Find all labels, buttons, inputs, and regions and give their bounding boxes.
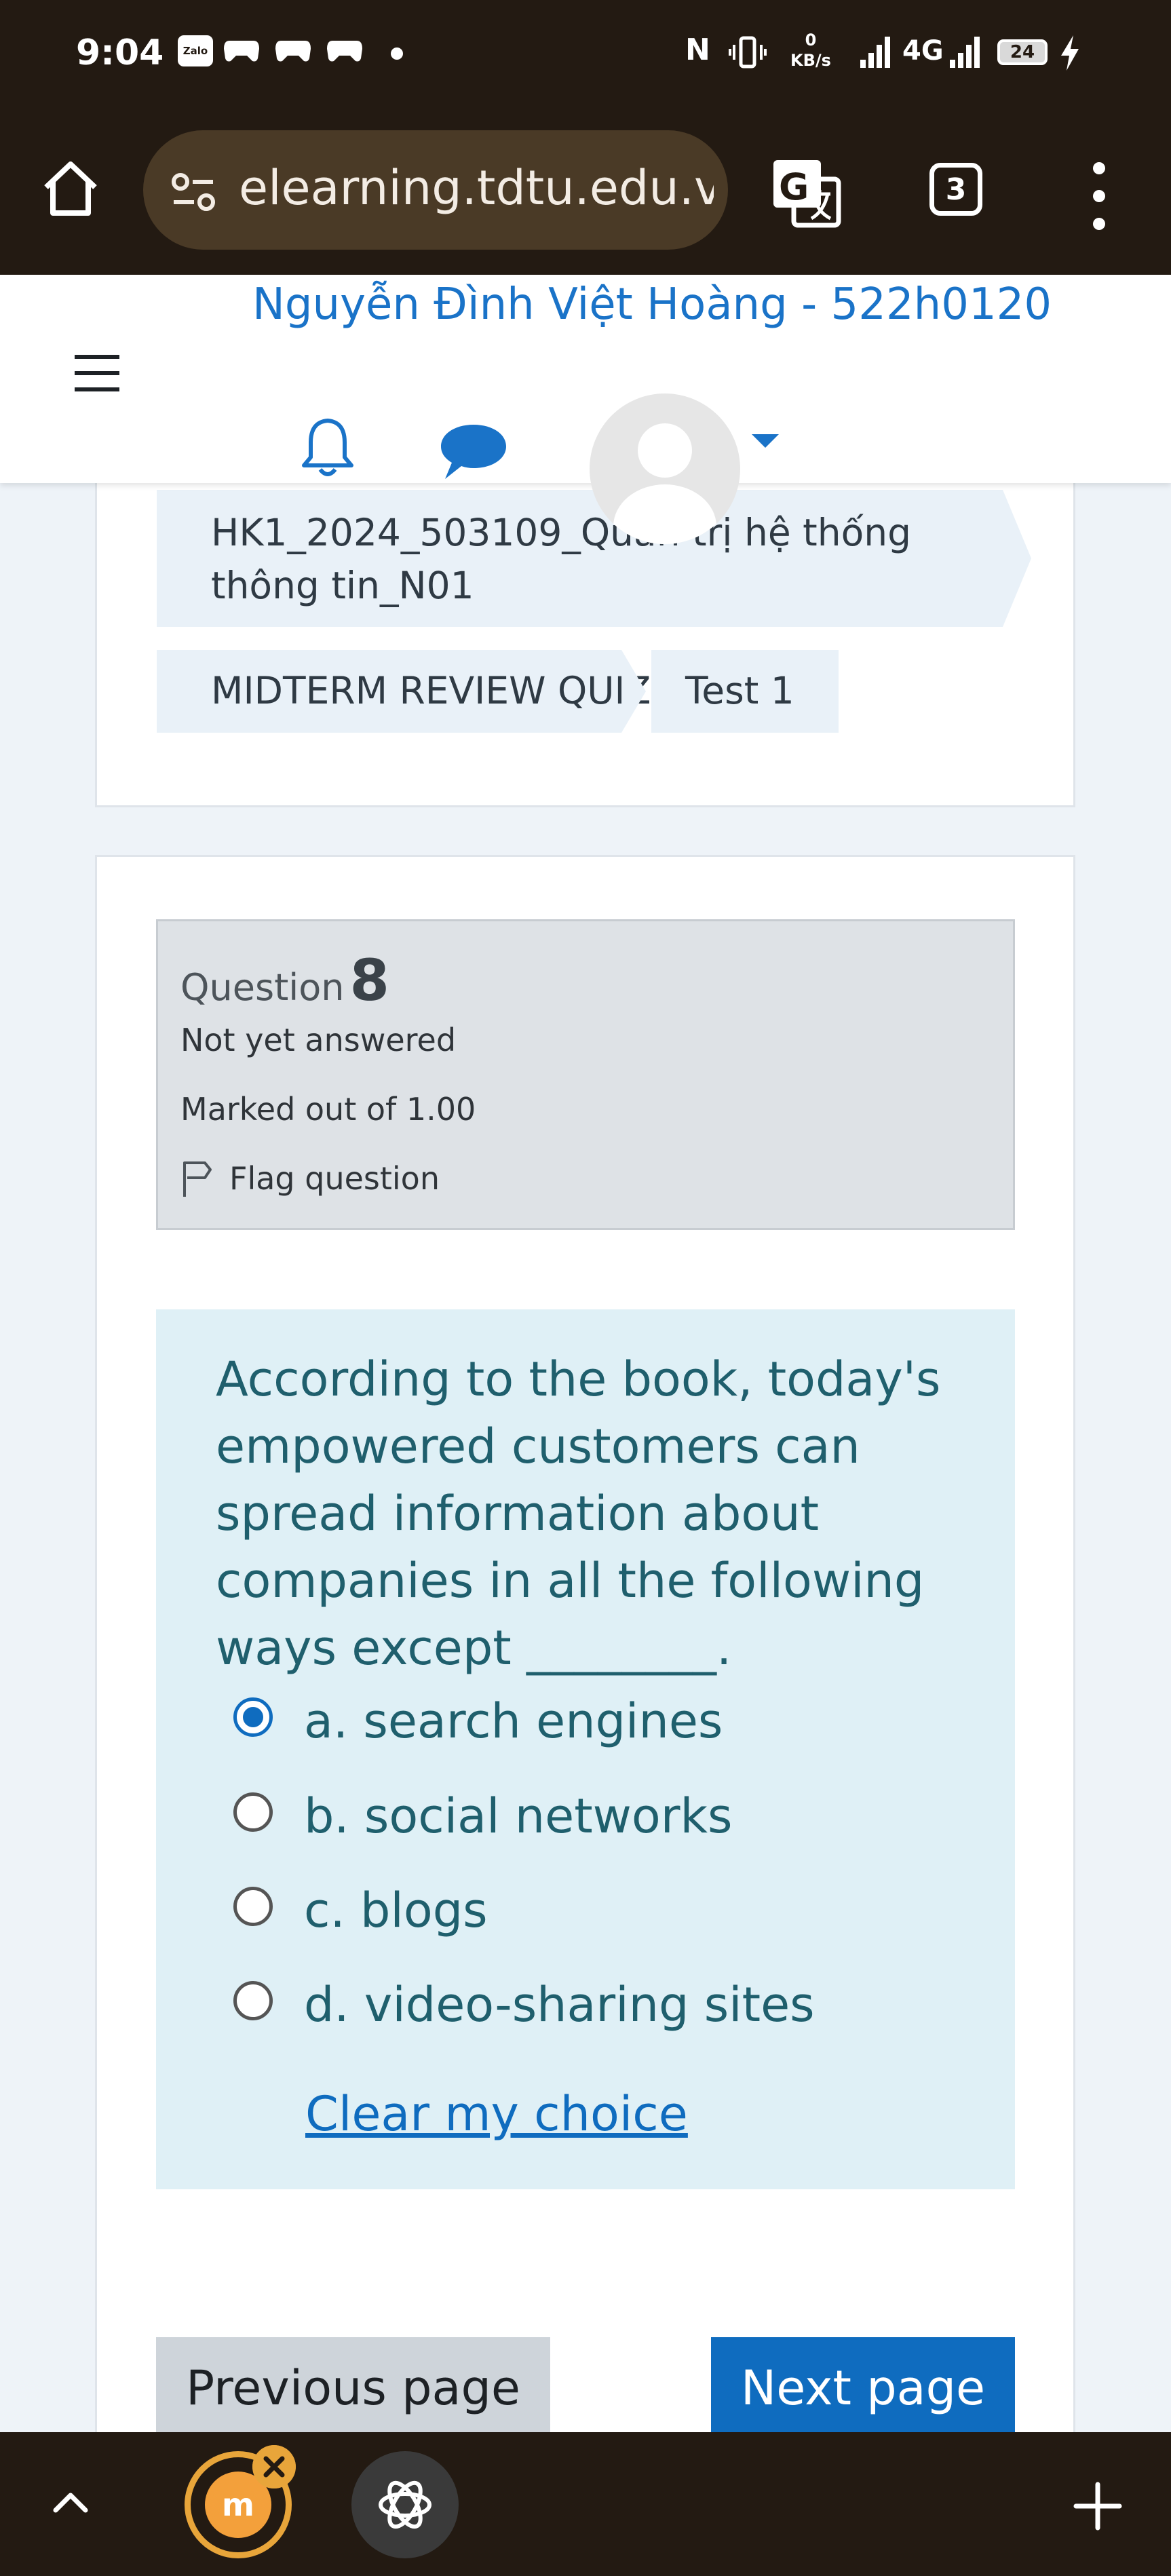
nfc-icon: N <box>685 33 710 67</box>
question-text: According to the book, today's empowered… <box>216 1351 941 1676</box>
flag-question-link[interactable]: Flag question <box>229 1160 440 1197</box>
option-radio-b[interactable] <box>233 1792 273 1832</box>
question-state: Not yet answered <box>180 1022 457 1058</box>
vibrate-icon <box>729 36 767 69</box>
url-text[interactable]: elearning.tdtu.edu.vn/ <box>239 160 714 216</box>
svg-text:G: G <box>779 166 809 208</box>
signal-icon <box>950 37 980 68</box>
previous-page-button[interactable]: Previous page <box>156 2337 550 2439</box>
messages-icon[interactable] <box>438 421 509 483</box>
option-radio-d[interactable] <box>233 1981 273 2020</box>
close-icon[interactable] <box>252 2445 296 2488</box>
new-tab-plus-icon[interactable] <box>1072 2480 1124 2532</box>
zalo-icon: Zalo <box>178 35 213 66</box>
tab-chatgpt[interactable] <box>351 2451 459 2558</box>
option-radio-c[interactable] <box>233 1887 273 1926</box>
user-avatar[interactable] <box>590 393 740 544</box>
chatgpt-icon <box>379 2480 431 2529</box>
breadcrumb-attempt[interactable]: Test 1 <box>651 650 839 733</box>
breadcrumb-course-link[interactable]: HK1_2024_503109_Quản trị hệ thống thông … <box>157 490 1003 627</box>
breadcrumb-chevron <box>1003 490 1031 627</box>
status-time: 9:04 <box>76 33 164 73</box>
game-controller-icon <box>275 41 311 62</box>
notification-dot-icon <box>391 47 403 60</box>
breadcrumb-quiz-link[interactable]: MIDTERM REVIEW QUIZ <box>157 650 651 733</box>
option-label-d[interactable]: d. video-sharing sites <box>304 1977 815 2033</box>
question-number: Question8 <box>180 947 389 1014</box>
signal-icon <box>860 37 890 68</box>
network-speed: 0 KB/s <box>790 31 831 70</box>
status-bar <box>0 0 1171 109</box>
question-label: Question <box>180 966 345 1009</box>
game-controller-icon <box>327 41 362 62</box>
more-options-icon[interactable] <box>1086 159 1113 233</box>
option-radio-a[interactable] <box>233 1697 273 1737</box>
option-label-c[interactable]: c. blogs <box>304 1883 488 1938</box>
option-label-b[interactable]: b. social networks <box>304 1788 733 1844</box>
network-type: 4G <box>902 35 944 66</box>
user-fullname: Nguyễn Đình Việt Hoàng - 522h0120 <box>252 280 1052 330</box>
chevron-up-icon[interactable] <box>50 2478 91 2529</box>
breadcrumb-chevron <box>621 650 646 733</box>
browser-bottom-bar <box>0 2432 1171 2576</box>
translate-icon[interactable]: G <box>771 157 841 228</box>
battery-icon: 24 <box>997 39 1048 65</box>
site-settings-icon[interactable] <box>170 170 217 214</box>
chevron-down-icon[interactable] <box>749 431 782 450</box>
option-label-a[interactable]: a. search engines <box>304 1693 723 1749</box>
question-number-value: 8 <box>349 947 389 1014</box>
charging-icon <box>1061 35 1079 71</box>
home-icon[interactable] <box>38 156 103 221</box>
next-page-button[interactable]: Next page <box>711 2337 1015 2439</box>
question-grade: Marked out of 1.00 <box>180 1091 476 1128</box>
hamburger-menu-icon[interactable] <box>72 353 122 393</box>
notification-bell-icon[interactable] <box>299 415 357 480</box>
flag-icon[interactable] <box>180 1160 214 1198</box>
game-controller-icon <box>224 41 259 62</box>
clear-choice-link[interactable]: Clear my choice <box>305 2086 688 2142</box>
tab-switcher-button[interactable]: 3 <box>929 163 982 216</box>
user-silhouette-icon <box>613 423 716 544</box>
